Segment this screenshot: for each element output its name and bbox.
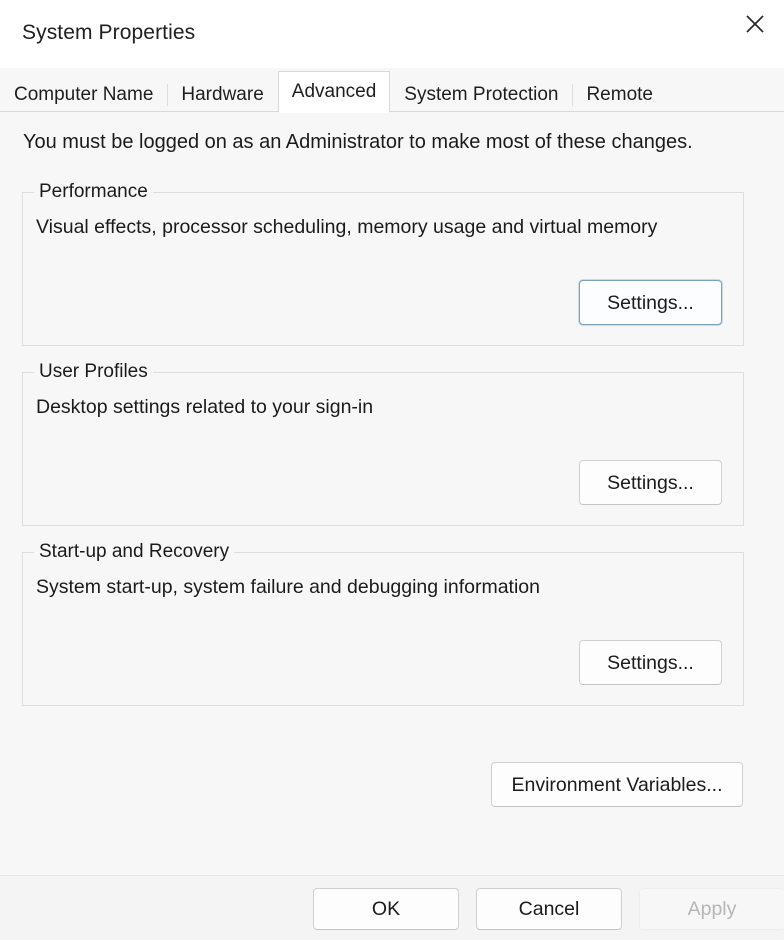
tab-label: Advanced	[291, 81, 377, 102]
button-label: Apply	[687, 898, 737, 920]
performance-group: Performance Visual effects, processor sc…	[22, 180, 744, 346]
button-label: Settings...	[607, 651, 694, 674]
user-profiles-group-legend: User Profiles	[34, 360, 153, 384]
user-profiles-settings-button[interactable]: Settings...	[579, 460, 722, 505]
startup-recovery-group-legend: Start-up and Recovery	[34, 540, 235, 564]
button-label: Settings...	[607, 471, 694, 494]
close-icon	[744, 13, 766, 35]
performance-settings-button[interactable]: Settings...	[579, 280, 722, 325]
close-button[interactable]	[726, 0, 784, 48]
tab-label: Computer Name	[14, 84, 154, 105]
apply-button: Apply	[639, 888, 784, 930]
performance-group-legend: Performance	[34, 180, 153, 204]
tab-system-protection[interactable]: System Protection	[390, 78, 572, 112]
performance-description: Visual effects, processor scheduling, me…	[36, 216, 658, 238]
title-bar: System Properties	[0, 0, 784, 68]
cancel-button[interactable]: Cancel	[476, 888, 622, 930]
tab-label: Remote	[586, 84, 653, 105]
tab-hardware[interactable]: Hardware	[167, 78, 277, 112]
tab-strip: Computer Name Hardware Advanced System P…	[0, 68, 784, 113]
system-properties-dialog: System Properties Computer Name Hardware…	[0, 0, 784, 940]
tab-label: Hardware	[181, 84, 264, 105]
button-label: Environment Variables...	[511, 773, 723, 796]
ok-button[interactable]: OK	[313, 888, 459, 930]
tab-panel-advanced: You must be logged on as an Administrato…	[0, 112, 784, 875]
startup-recovery-description: System start-up, system failure and debu…	[36, 576, 541, 598]
window-title: System Properties	[22, 21, 196, 44]
tab-computer-name[interactable]: Computer Name	[0, 78, 167, 112]
user-profiles-group: User Profiles Desktop settings related t…	[22, 360, 744, 526]
tab-label: System Protection	[404, 84, 559, 105]
startup-recovery-settings-button[interactable]: Settings...	[579, 640, 722, 685]
admin-notice-text: You must be logged on as an Administrato…	[23, 131, 693, 153]
button-label: Cancel	[518, 898, 580, 920]
button-label: OK	[371, 898, 401, 920]
tab-advanced[interactable]: Advanced	[277, 71, 391, 113]
environment-variables-button[interactable]: Environment Variables...	[491, 762, 743, 807]
startup-recovery-group: Start-up and Recovery System start-up, s…	[22, 540, 744, 706]
tab-remote[interactable]: Remote	[572, 78, 667, 112]
dialog-button-bar: OK Cancel Apply	[0, 875, 784, 940]
button-label: Settings...	[607, 291, 694, 314]
user-profiles-description: Desktop settings related to your sign-in	[36, 396, 374, 418]
